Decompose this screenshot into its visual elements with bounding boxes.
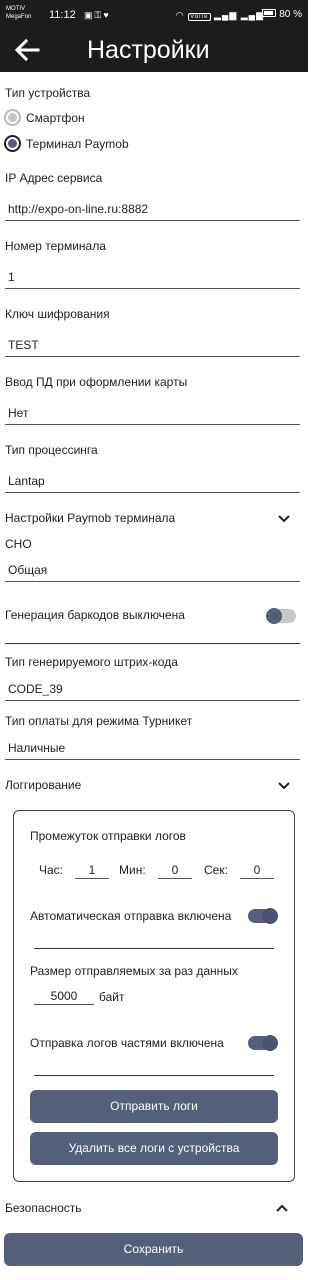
- volte-badge: Volte: [188, 13, 211, 21]
- chunked-send-label: Отправка логов частями включена: [30, 1036, 224, 1050]
- terminal-number-label: Номер терминала: [5, 239, 106, 253]
- toggle-knob: [266, 608, 282, 624]
- logging-header[interactable]: Логгирование: [5, 778, 81, 792]
- processing-type-select[interactable]: Lantap: [5, 471, 300, 493]
- pd-input-label: Ввод ПД при оформлении карты: [5, 375, 188, 389]
- device-type-label: Тип устройства: [5, 86, 91, 100]
- barcode-type-value: CODE_39: [8, 682, 63, 696]
- processing-type-value: Lantap: [8, 474, 45, 488]
- pd-input-select[interactable]: Нет: [5, 403, 300, 425]
- min-label: Мин:: [119, 863, 146, 877]
- battery-percent: 80 %: [279, 9, 302, 20]
- signal-icon-2: ▂▄▆: [240, 10, 264, 20]
- chunked-send-toggle[interactable]: [248, 1035, 278, 1051]
- barcode-type-select[interactable]: CODE_39: [5, 679, 300, 701]
- auto-send-toggle[interactable]: [248, 908, 278, 924]
- battery-indicator: 80 %: [262, 9, 302, 20]
- turnstile-payment-select[interactable]: Наличные: [5, 738, 300, 760]
- wifi-icon: ◠: [175, 10, 185, 20]
- connectivity-icons: ◠ Volte ▂▄▆ ▂▄▆: [176, 10, 264, 21]
- batch-size-label: Размер отправляемых за раз данных: [30, 964, 238, 978]
- back-button[interactable]: [12, 35, 42, 65]
- radio-paymob-terminal[interactable]: [4, 135, 21, 152]
- terminal-number-input[interactable]: 1: [5, 267, 300, 289]
- radio-smartphone[interactable]: [4, 109, 21, 126]
- arrow-left-icon: [14, 38, 40, 62]
- nfc-icon: ▣: [84, 10, 95, 20]
- signal-icon-1: ▂▄▆: [214, 10, 238, 20]
- status-time: 11:12: [49, 9, 76, 21]
- radio-paymob-terminal-label[interactable]: Терминал Paymob: [26, 137, 129, 151]
- barcode-type-label: Тип генерируемого штрих-кода: [5, 655, 178, 669]
- status-bar: MOTIV MegaFon 11:12 ▣⚿♥ ◠ Volte ▂▄▆ ▂▄▆ …: [0, 0, 308, 30]
- turnstile-payment-label: Тип оплаты для режима Турникет: [5, 714, 193, 728]
- service-ip-label: IP Адрес сервиса: [5, 171, 103, 185]
- save-button[interactable]: Сохранить: [4, 1233, 303, 1266]
- toggle-knob: [262, 908, 278, 924]
- app-bar: Настройки: [0, 30, 308, 72]
- divider: [34, 948, 274, 949]
- hour-label: Час:: [39, 863, 64, 877]
- sec-label: Сек:: [204, 863, 228, 877]
- batch-size-unit: байт: [99, 990, 125, 1004]
- hour-input[interactable]: 1: [75, 861, 109, 879]
- chevron-down-icon[interactable]: [277, 514, 291, 524]
- carrier-name: MOTIV MegaFon: [6, 5, 31, 21]
- barcode-generation-toggle[interactable]: [266, 608, 296, 624]
- send-logs-button[interactable]: Отправить логи: [30, 1090, 278, 1123]
- toggle-knob: [262, 1035, 278, 1051]
- carrier-line-2: MegaFon: [6, 14, 32, 20]
- carrier-line-1: MOTIV: [6, 6, 25, 12]
- chevron-up-icon[interactable]: [275, 1203, 289, 1213]
- encryption-key-label: Ключ шифрования: [5, 307, 110, 321]
- min-input[interactable]: 0: [158, 861, 192, 879]
- sno-select[interactable]: Общая: [5, 560, 300, 582]
- divider: [5, 643, 300, 644]
- notification-icons: ▣⚿♥: [84, 10, 111, 21]
- paymob-settings-header[interactable]: Настройки Paymob терминала: [5, 511, 175, 525]
- divider: [34, 1075, 274, 1076]
- chevron-down-icon[interactable]: [277, 781, 291, 791]
- auto-send-label: Автоматическая отправка включена: [30, 909, 232, 923]
- encryption-key-value: TEST: [8, 338, 39, 352]
- batch-size-input[interactable]: 5000: [34, 987, 94, 1005]
- battery-icon: [262, 9, 277, 17]
- sno-label: СНО: [5, 537, 32, 551]
- terminal-number-value: 1: [8, 270, 15, 284]
- service-ip-input[interactable]: http://expo-on-line.ru:8882: [5, 199, 300, 221]
- processing-type-label: Тип процессинга: [5, 443, 98, 457]
- sec-input[interactable]: 0: [240, 861, 274, 879]
- log-interval-label: Промежуток отправки логов: [30, 829, 186, 843]
- security-header[interactable]: Безопасность: [5, 1201, 82, 1215]
- page-title: Настройки: [87, 36, 210, 64]
- barcode-generation-label: Генерация баркодов выключена: [5, 608, 185, 622]
- encryption-key-input[interactable]: TEST: [5, 335, 300, 357]
- delete-logs-button[interactable]: Удалить все логи с устройства: [30, 1132, 278, 1165]
- pd-input-value: Нет: [8, 406, 29, 420]
- heart-icon: ♥: [103, 10, 111, 20]
- radio-smartphone-label[interactable]: Смартфон: [26, 111, 85, 125]
- service-ip-value: http://expo-on-line.ru:8882: [8, 202, 149, 216]
- sno-value: Общая: [8, 563, 48, 577]
- turnstile-payment-value: Наличные: [8, 741, 66, 755]
